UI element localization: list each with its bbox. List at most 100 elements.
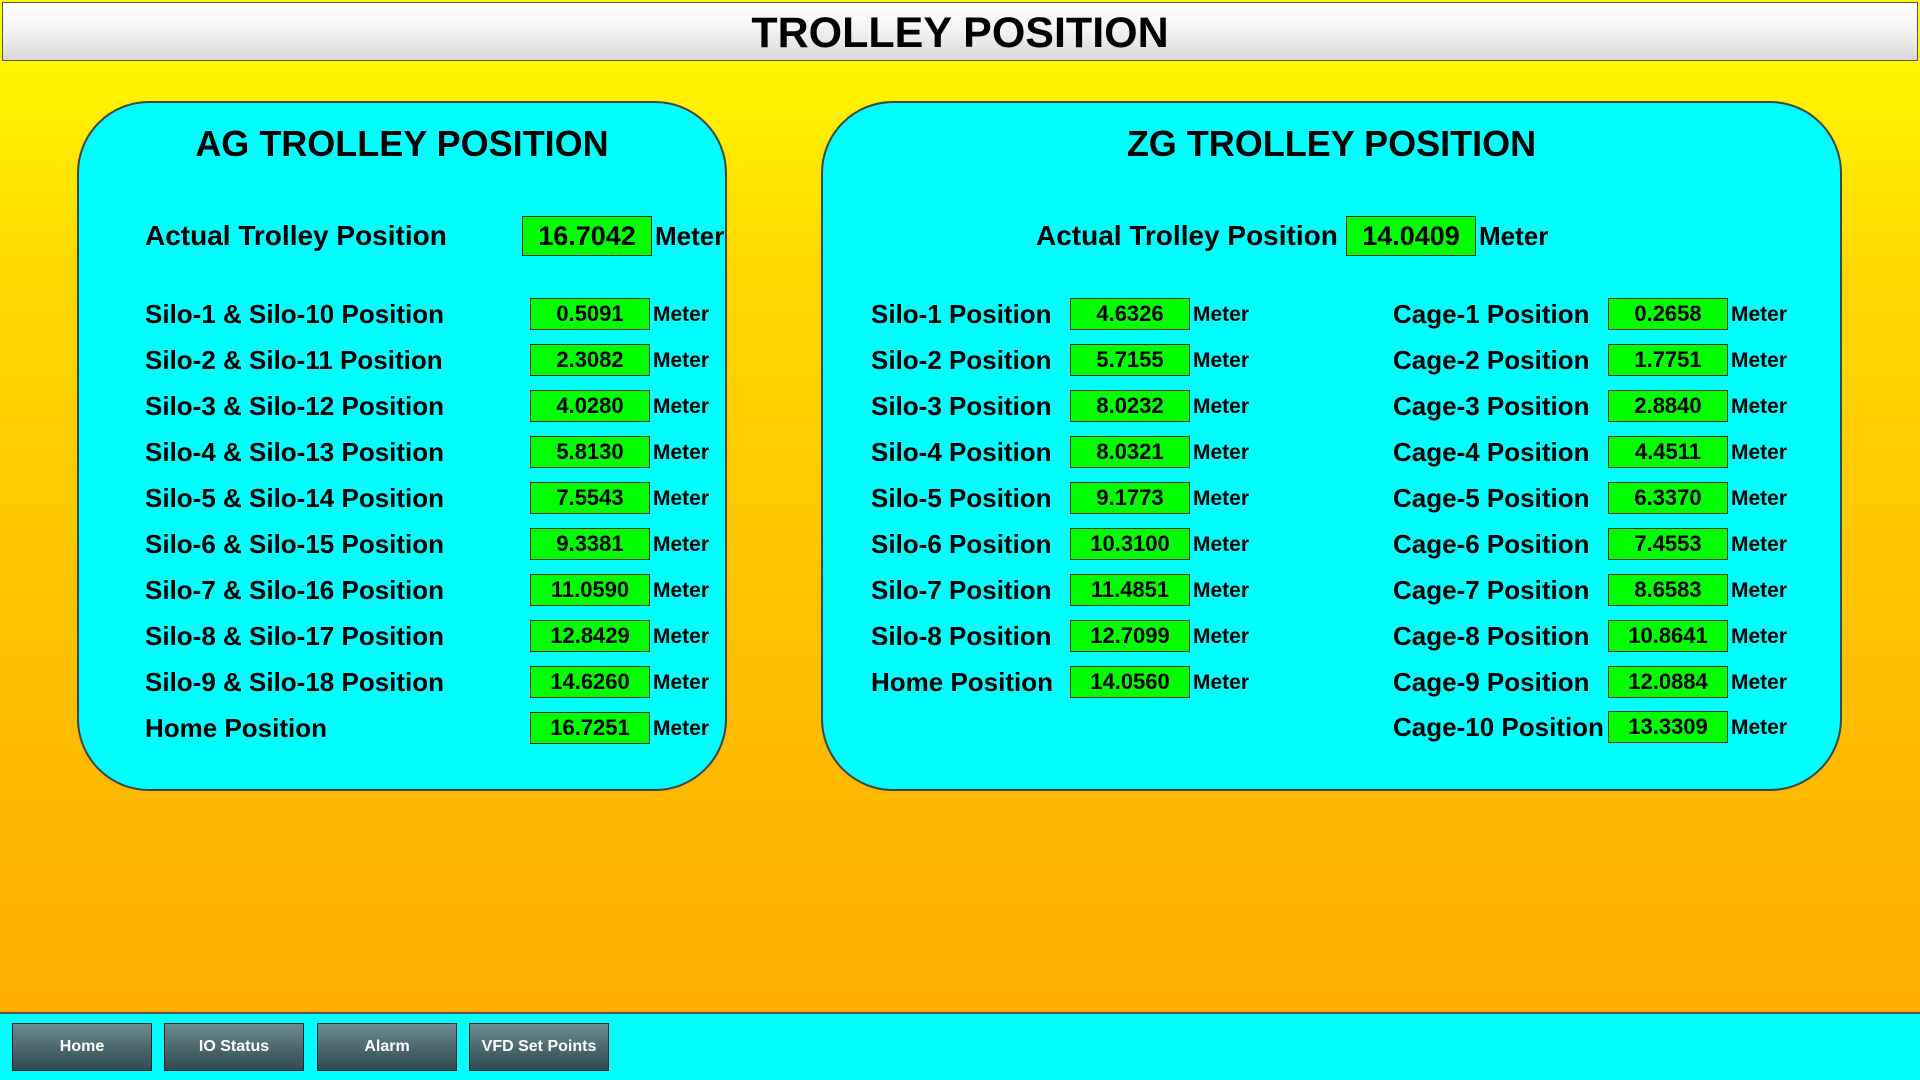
ag-row-label: Silo-3 & Silo-12 Position [145,391,445,421]
zg-silo-unit: Meter [1193,625,1250,648]
zg-cage-unit: Meter [1731,395,1788,418]
zg-cage-unit: Meter [1731,533,1788,556]
ag-row-value: 2.3082 [530,344,650,376]
zg-silo-value: 11.4851 [1070,574,1190,606]
ag-panel-title: AG TROLLEY POSITION [195,123,609,164]
ag-row-value: 12.8429 [530,620,650,652]
zg-silo-unit: Meter [1193,579,1250,602]
zg-cage-unit: Meter [1731,441,1788,464]
zg-silo-unit: Meter [1193,395,1250,418]
ag-row-unit: Meter [653,717,710,740]
zg-cage-label: Cage-7 Position [1393,575,1590,605]
zg-cage-label: Cage-6 Position [1393,529,1590,559]
zg-cage-value: 10.8641 [1608,620,1728,652]
zg-silo-value: 12.7099 [1070,620,1190,652]
zg-cage-unit: Meter [1731,625,1788,648]
zg-cage-unit: Meter [1731,349,1788,372]
alarm-button[interactable]: Alarm [317,1023,457,1071]
ag-row-unit: Meter [653,579,710,602]
ag-row-unit: Meter [653,395,710,418]
zg-silo-label: Silo-6 Position [871,529,1052,559]
zg-silo-unit: Meter [1193,303,1250,326]
zg-cage-value: 7.4553 [1608,528,1728,560]
zg-silo-unit: Meter [1193,349,1250,372]
zg-silo-label: Home Position [871,667,1054,697]
zg-silo-label: Silo-8 Position [871,621,1052,651]
zg-cage-label: Cage-10 Position [1393,712,1604,742]
zg-cage-label: Cage-8 Position [1393,621,1590,651]
zg-silo-value: 9.1773 [1070,482,1190,514]
ag-row-unit: Meter [653,441,710,464]
zg-silo-value: 5.7155 [1070,344,1190,376]
zg-actual-value: 14.0409 [1346,216,1476,256]
zg-silo-label: Silo-1 Position [871,299,1052,329]
page-title: TROLLEY POSITION [2,2,1918,61]
zg-silo-value: 8.0232 [1070,390,1190,422]
home-button[interactable]: Home [12,1023,152,1071]
vfd-set-points-button[interactable]: VFD Set Points [469,1023,609,1071]
zg-trolley-panel: ZG TROLLEY POSITION Actual Trolley Posit… [821,101,1842,791]
ag-row-label: Silo-1 & Silo-10 Position [145,299,445,329]
zg-silo-unit: Meter [1193,487,1250,510]
ag-row-value: 4.0280 [530,390,650,422]
ag-row-label: Silo-2 & Silo-11 Position [145,345,443,375]
zg-cage-value: 2.8840 [1608,390,1728,422]
zg-cage-value: 4.4511 [1608,436,1728,468]
ag-row-unit: Meter [653,303,710,326]
ag-actual-unit: Meter [655,221,725,251]
zg-cage-value: 0.2658 [1608,298,1728,330]
ag-row-value: 0.5091 [530,298,650,330]
ag-row-unit: Meter [653,349,710,372]
zg-cage-unit: Meter [1731,579,1788,602]
bottom-nav-bar: Home IO Status Alarm VFD Set Points [0,1012,1920,1080]
ag-trolley-panel: AG TROLLEY POSITION Actual Trolley Posit… [77,101,727,791]
zg-silo-label: Silo-7 Position [871,575,1052,605]
zg-cage-unit: Meter [1731,303,1788,326]
zg-silo-value: 8.0321 [1070,436,1190,468]
zg-panel-title: ZG TROLLEY POSITION [1126,123,1537,164]
zg-silo-label: Silo-2 Position [871,345,1052,375]
zg-cage-value: 6.3370 [1608,482,1728,514]
zg-silo-value: 4.6326 [1070,298,1190,330]
ag-actual-value: 16.7042 [522,216,652,256]
zg-silo-value: 10.3100 [1070,528,1190,560]
zg-cage-label: Cage-4 Position [1393,437,1590,467]
zg-cage-unit: Meter [1731,716,1788,739]
ag-row-label: Silo-6 & Silo-15 Position [145,529,445,559]
zg-cage-unit: Meter [1731,487,1788,510]
zg-cage-value: 12.0884 [1608,666,1728,698]
zg-cage-value: 8.6583 [1608,574,1728,606]
ag-row-value: 7.5543 [530,482,650,514]
zg-silo-label: Silo-4 Position [871,437,1052,467]
zg-cage-label: Cage-5 Position [1393,483,1590,513]
zg-silo-label: Silo-3 Position [871,391,1052,421]
ag-row-label: Silo-5 & Silo-14 Position [145,483,445,513]
ag-row-value: 9.3381 [530,528,650,560]
zg-silo-unit: Meter [1193,533,1250,556]
zg-actual-unit: Meter [1479,221,1549,251]
zg-actual-label: Actual Trolley Position [1036,220,1338,251]
zg-silo-unit: Meter [1193,671,1250,694]
ag-row-value: 11.0590 [530,574,650,606]
ag-row-unit: Meter [653,533,710,556]
zg-cage-label: Cage-1 Position [1393,299,1590,329]
ag-row-value: 5.8130 [530,436,650,468]
zg-silo-value: 14.0560 [1070,666,1190,698]
zg-cage-label: Cage-3 Position [1393,391,1590,421]
zg-silo-unit: Meter [1193,441,1250,464]
ag-row-label: Silo-4 & Silo-13 Position [145,437,445,467]
zg-cage-value: 1.7751 [1608,344,1728,376]
ag-row-label: Home Position [145,713,328,743]
zg-silo-label: Silo-5 Position [871,483,1052,513]
ag-row-label: Silo-7 & Silo-16 Position [145,575,445,605]
zg-cage-unit: Meter [1731,671,1788,694]
ag-row-value: 16.7251 [530,712,650,744]
ag-row-label: Silo-8 & Silo-17 Position [145,621,445,651]
ag-row-unit: Meter [653,625,710,648]
zg-cage-value: 13.3309 [1608,711,1728,743]
ag-row-value: 14.6260 [530,666,650,698]
io-status-button[interactable]: IO Status [164,1023,304,1071]
ag-row-unit: Meter [653,487,710,510]
zg-cage-label: Cage-9 Position [1393,667,1590,697]
zg-cage-label: Cage-2 Position [1393,345,1590,375]
